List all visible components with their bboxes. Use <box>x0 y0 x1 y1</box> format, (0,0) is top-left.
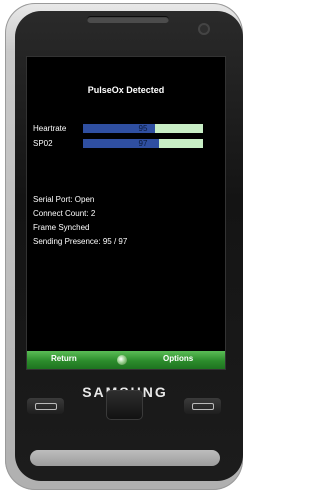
end-call-key[interactable] <box>184 398 221 414</box>
screen-title: PulseOx Detected <box>87 85 165 95</box>
heartrate-label: Heartrate <box>33 124 67 133</box>
sp02-value: 97 <box>138 139 148 148</box>
return-softkey[interactable]: Return <box>51 354 77 363</box>
home-orb-icon[interactable] <box>117 355 127 365</box>
options-softkey[interactable]: Options <box>163 354 193 363</box>
sending-presence-status: Sending Presence: 95 / 97 <box>33 237 128 246</box>
earpiece-speaker <box>87 16 169 23</box>
sp02-label: SP02 <box>33 139 53 148</box>
heartrate-value: 95 <box>138 124 148 133</box>
heartrate-bar: 95 <box>83 124 203 133</box>
sp02-bar: 97 <box>83 139 203 148</box>
phone-bottom-edge <box>30 450 220 466</box>
center-select-key[interactable] <box>106 390 143 420</box>
phone-screen: PulseOx Detected Heartrate 95 SP02 97 Se… <box>26 56 226 370</box>
serial-port-status: Serial Port: Open <box>33 195 95 204</box>
connect-count-status: Connect Count: 2 <box>33 209 96 218</box>
softkey-bar: Return Options <box>27 351 225 369</box>
front-camera <box>198 23 210 35</box>
call-key[interactable] <box>27 398 64 414</box>
phone-handset-icon <box>35 403 57 410</box>
hangup-handset-icon <box>192 403 214 410</box>
frame-status: Frame Synched <box>33 223 90 232</box>
